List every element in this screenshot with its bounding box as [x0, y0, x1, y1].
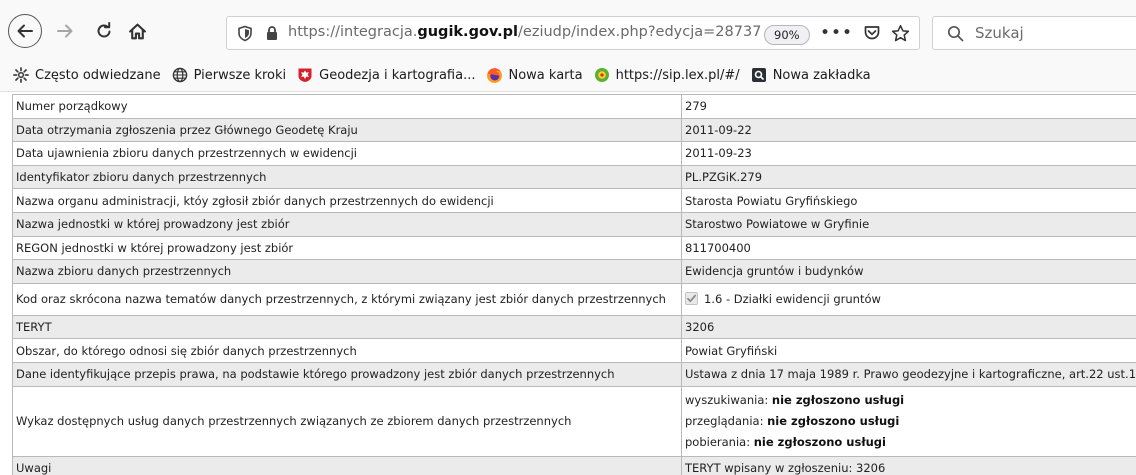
- bookmark-nowa-karta[interactable]: Nowa karta: [482, 62, 589, 88]
- table-row: Uwagi TERYT wpisany w zgłoszeniu: 3206: [12, 455, 1136, 475]
- service-pobierania: pobierania: nie zgłoszono usługi: [685, 434, 886, 449]
- back-arrow-icon: [17, 24, 33, 38]
- bookmark-pierwsze-kroki[interactable]: Pierwsze kroki: [167, 62, 293, 88]
- service-name: przeglądania: [685, 413, 760, 428]
- table-row: Data ujawnienia zbioru danych przestrzen…: [12, 141, 1136, 166]
- row-label: Numer porządkowy: [12, 94, 682, 119]
- dataset-details-table: Numer porządkowy 279 Data otrzymania zgł…: [12, 94, 1136, 475]
- home-button[interactable]: [121, 15, 153, 47]
- table-row: Kod oraz skrócona nazwa tematów danych p…: [12, 282, 1136, 316]
- bookmark-geodezja[interactable]: Geodezja i kartografia...: [292, 62, 481, 88]
- row-value: 279: [681, 94, 1136, 119]
- forward-arrow-icon: [57, 24, 73, 38]
- table-row: Nazwa jednostki w której prowadzony jest…: [12, 211, 1136, 237]
- row-value: Ustawa z dnia 17 maja 1989 r. Prawo geod…: [681, 361, 1136, 387]
- row-value: wyszukiwania: nie zgłoszono usługi przeg…: [681, 385, 1136, 457]
- row-label: Wykaz dostępnych usług danych przestrzen…: [12, 385, 682, 457]
- bookmark-star-icon[interactable]: [891, 24, 910, 43]
- bookmarks-toolbar: Często odwiedzane Pierwsze kroki Geodezj…: [0, 59, 1136, 92]
- theme-label: 1.6 - Działki ewidencji gruntów: [704, 292, 881, 307]
- bookmark-page-icon: [750, 66, 768, 84]
- row-value: Starosta Powiatu Gryfińskiego: [681, 188, 1136, 213]
- service-status: nie zgłoszono usługi: [753, 434, 886, 449]
- table-row: Dane identyfikujące przepis prawa, na po…: [12, 361, 1136, 387]
- url-host: gugik.gov.pl: [417, 24, 519, 40]
- bookmark-sip-lex[interactable]: https://sip.lex.pl/#/: [589, 62, 746, 88]
- lex-icon: [593, 66, 611, 84]
- service-name: wyszukiwania: [685, 392, 765, 407]
- row-value: 1.6 - Działki ewidencji gruntów: [681, 282, 1136, 316]
- url-path: /eziudp/index.php?edycja=28737: [518, 24, 762, 40]
- reload-button[interactable]: [88, 15, 120, 47]
- globe-icon: [171, 66, 189, 84]
- service-name: pobierania: [685, 434, 747, 449]
- row-value: Starostwo Powiatowe w Gryfinie: [681, 211, 1136, 237]
- row-value: 811700400: [681, 235, 1136, 261]
- row-value: 2011-09-22: [681, 117, 1136, 143]
- table-row: Data otrzymania zgłoszenia przez Główneg…: [12, 117, 1136, 143]
- back-button[interactable]: [8, 14, 42, 48]
- row-value: PL.PZGiK.279: [681, 164, 1136, 190]
- table-row: Nazwa organu administracji, któy zgłosił…: [12, 188, 1136, 213]
- row-label: Data otrzymania zgłoszenia przez Główneg…: [12, 117, 682, 143]
- bookmark-label: Często odwiedzane: [35, 67, 161, 83]
- table-row: REGON jednostki w której prowadzony jest…: [12, 235, 1136, 261]
- row-label: Obszar, do którego odnosi się zbiór dany…: [12, 338, 682, 363]
- url-prefix: https://integracja.: [288, 24, 418, 40]
- eagle-emblem-icon: [296, 66, 314, 84]
- table-row: Numer porządkowy 279: [12, 94, 1136, 119]
- row-value: 2011-09-23: [681, 141, 1136, 166]
- url-text[interactable]: https://integracja.gugik.gov.pl/eziudp/i…: [288, 24, 761, 40]
- row-label: REGON jednostki w której prowadzony jest…: [12, 235, 682, 261]
- bookmark-label: Nowa zakładka: [772, 67, 871, 83]
- row-label: Nazwa zbioru danych przestrzennych: [12, 259, 682, 284]
- lock-icon[interactable]: [265, 25, 279, 45]
- url-actions: •••: [820, 23, 910, 43]
- search-icon: [947, 25, 964, 46]
- row-label: Dane identyfikujące przepis prawa, na po…: [12, 361, 682, 387]
- reload-icon: [97, 22, 111, 38]
- row-value: Powiat Gryfiński: [681, 338, 1136, 363]
- bookmark-label: https://sip.lex.pl/#/: [615, 67, 740, 83]
- table-row: Obszar, do którego odnosi się zbiór dany…: [12, 338, 1136, 363]
- service-przegladania: przeglądania: nie zgłoszono usługi: [685, 413, 900, 428]
- row-value: TERYT wpisany w zgłoszeniu: 3206: [681, 455, 1136, 475]
- firefox-icon: [486, 66, 504, 84]
- table-row: Identyfikator zbioru danych przestrzenny…: [12, 164, 1136, 190]
- url-bar[interactable]: https://integracja.gugik.gov.pl/eziudp/i…: [226, 16, 920, 50]
- table-row: Nazwa zbioru danych przestrzennych Ewide…: [12, 259, 1136, 284]
- bookmark-czesto-odwiedzane[interactable]: Często odwiedzane: [8, 62, 167, 88]
- service-status: nie zgłoszono usługi: [767, 413, 900, 428]
- search-input[interactable]: [973, 22, 1123, 44]
- row-label: Kod oraz skrócona nazwa tematów danych p…: [12, 282, 682, 316]
- checkmark-icon: [687, 294, 697, 303]
- zoom-level-badge[interactable]: 90%: [764, 25, 810, 45]
- bookmark-label: Geodezja i kartografia...: [319, 67, 476, 83]
- theme-checkbox[interactable]: [685, 292, 698, 306]
- row-label: Nazwa jednostki w której prowadzony jest…: [12, 211, 682, 237]
- gear-icon: [12, 66, 30, 84]
- bookmark-label: Pierwsze kroki: [193, 67, 287, 83]
- forward-button[interactable]: [49, 15, 81, 47]
- page-actions-menu-icon[interactable]: •••: [820, 23, 853, 43]
- row-label: Uwagi: [12, 455, 682, 475]
- page-content: Numer porządkowy 279 Data otrzymania zgł…: [0, 92, 1136, 475]
- table-row: TERYT 3206: [12, 314, 1136, 340]
- row-label: Data ujawnienia zbioru danych przestrzen…: [12, 141, 682, 166]
- pocket-icon[interactable]: [863, 24, 881, 42]
- service-status: nie zgłoszono usługi: [771, 392, 905, 407]
- browser-toolbar: https://integracja.gugik.gov.pl/eziudp/i…: [0, 0, 1136, 59]
- row-label: Identyfikator zbioru danych przestrzenny…: [12, 164, 682, 190]
- table-row: Wykaz dostępnych usług danych przestrzen…: [12, 385, 1136, 457]
- row-value: Ewidencja gruntów i budynków: [681, 259, 1136, 284]
- bookmark-nowa-zakladka[interactable]: Nowa zakładka: [746, 62, 877, 88]
- row-value: 3206: [681, 314, 1136, 340]
- service-wyszukiwania: wyszukiwania: nie zgłoszono usługi: [685, 392, 905, 407]
- search-bar[interactable]: [932, 16, 1136, 50]
- row-label: TERYT: [12, 314, 682, 340]
- row-label: Nazwa organu administracji, któy zgłosił…: [12, 188, 682, 213]
- home-icon: [128, 23, 146, 39]
- tracking-shield-icon[interactable]: [237, 25, 253, 46]
- bookmark-label: Nowa karta: [508, 67, 583, 83]
